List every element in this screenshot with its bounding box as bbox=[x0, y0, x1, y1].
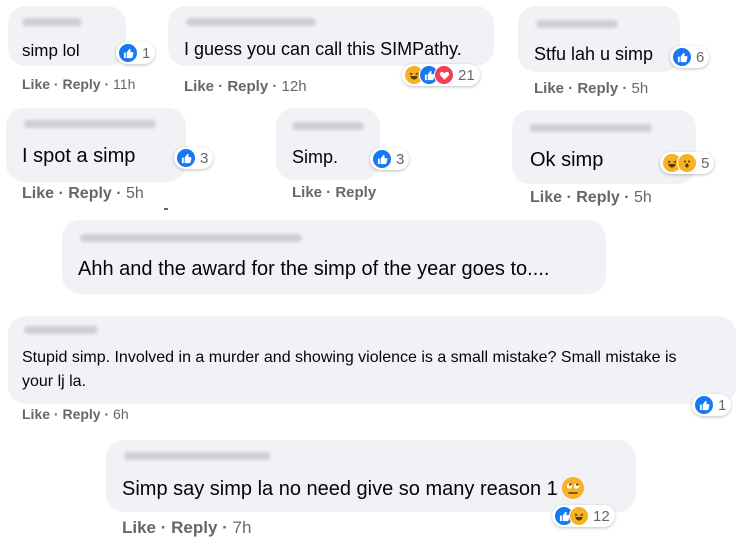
comment-actions[interactable]: Like · Reply · bbox=[22, 76, 109, 92]
comment-actions[interactable]: Like · Reply · bbox=[22, 185, 122, 202]
reaction-count: 3 bbox=[396, 150, 405, 168]
thumbs-up-icon bbox=[176, 148, 196, 168]
comment-text: Ahh and the award for the simp of the ye… bbox=[78, 258, 550, 280]
thumbs-up-icon bbox=[372, 149, 392, 169]
reaction-count: 12 bbox=[593, 507, 610, 525]
comment-text: Simp say simp la no need give so many re… bbox=[122, 476, 584, 501]
reaction-badge[interactable]: 12 bbox=[552, 505, 615, 527]
eye-roll-emoji-icon bbox=[561, 476, 584, 499]
comment-text: I guess you can call this SIMPathy. bbox=[184, 39, 462, 59]
reaction-count: 6 bbox=[696, 48, 705, 66]
reaction-count: 1 bbox=[718, 396, 727, 414]
comment-meta[interactable]: Like · Reply · 5h bbox=[530, 189, 652, 207]
comment-time: 6h bbox=[113, 406, 129, 422]
comment-actions[interactable]: Like · Reply · bbox=[22, 406, 109, 422]
comment-author-blurred bbox=[124, 452, 270, 460]
comment-meta[interactable]: Like · Reply · 11h bbox=[22, 76, 135, 92]
comment-bubble bbox=[106, 440, 636, 512]
comment-text: Simp. bbox=[292, 147, 339, 167]
comment-meta[interactable]: Like · Reply · 6h bbox=[22, 406, 129, 422]
comment-time: 5h bbox=[126, 185, 144, 202]
thumbs-up-icon bbox=[118, 43, 138, 63]
reaction-badge[interactable]: 3 bbox=[174, 147, 214, 169]
reaction-badge[interactable]: 6 bbox=[670, 46, 710, 68]
comment-author-blurred bbox=[536, 20, 618, 28]
reaction-count: 21 bbox=[458, 66, 475, 84]
comment-meta[interactable]: Like · Reply · 7h bbox=[122, 518, 251, 538]
comment-time: 5h bbox=[634, 189, 652, 206]
comment-author-blurred bbox=[24, 326, 98, 334]
comment-actions[interactable]: Like · Reply · bbox=[122, 518, 228, 537]
thumbs-up-icon bbox=[694, 395, 714, 415]
comment-meta[interactable]: Like · Reply · 5h bbox=[22, 185, 144, 203]
comment-author-blurred bbox=[186, 18, 316, 26]
comment-author-blurred bbox=[292, 122, 364, 130]
comment-bubble bbox=[276, 108, 380, 180]
comment-time: 7h bbox=[232, 518, 252, 537]
heart-icon bbox=[434, 65, 454, 85]
reaction-badge[interactable]: 1 bbox=[692, 394, 732, 416]
comment-author-blurred bbox=[22, 18, 82, 26]
comment-text: simp lol bbox=[22, 41, 80, 60]
comment-text-content: Simp say simp la no need give so many re… bbox=[122, 478, 558, 500]
comment-time: 12h bbox=[281, 78, 307, 95]
comment-text: Ok simp bbox=[530, 149, 604, 171]
comment-time: 5h bbox=[631, 80, 649, 97]
reaction-count: 1 bbox=[142, 44, 151, 62]
comment-text: Stfu lah u simp bbox=[534, 44, 654, 64]
comment-time: 11h bbox=[113, 76, 136, 92]
comment-meta[interactable]: Like · Reply · 5h bbox=[534, 80, 648, 97]
comment-author-blurred bbox=[80, 234, 302, 242]
comment-author-blurred bbox=[530, 124, 652, 132]
comment-text: Stupid simp. Involved in a murder and sh… bbox=[22, 349, 677, 390]
comment-meta[interactable]: Like · Reply · 12h bbox=[184, 78, 307, 95]
laughing-face-icon bbox=[569, 506, 589, 526]
reaction-count: 5 bbox=[701, 154, 710, 172]
reaction-badge[interactable]: 21 bbox=[402, 64, 480, 86]
comment-actions[interactable]: Like · Reply · bbox=[530, 189, 630, 206]
thumbs-up-icon bbox=[672, 47, 692, 67]
comment-actions[interactable]: Like · Reply bbox=[292, 184, 376, 201]
surprised-face-icon bbox=[677, 153, 697, 173]
reaction-count: 3 bbox=[200, 149, 209, 167]
reaction-badge[interactable]: 3 bbox=[370, 148, 410, 170]
reaction-badge[interactable]: 5 bbox=[660, 152, 715, 174]
comment-actions[interactable]: Like · Reply · bbox=[184, 78, 277, 95]
comment-actions[interactable]: Like · Reply · bbox=[534, 80, 627, 97]
comment-text: I spot a simp bbox=[22, 145, 136, 167]
reaction-badge[interactable]: 1 bbox=[116, 42, 156, 64]
divider-mark bbox=[164, 208, 168, 210]
comment-bubble bbox=[62, 220, 606, 294]
comment-author-blurred bbox=[24, 120, 156, 128]
comment-meta[interactable]: Like · Reply bbox=[292, 184, 376, 201]
